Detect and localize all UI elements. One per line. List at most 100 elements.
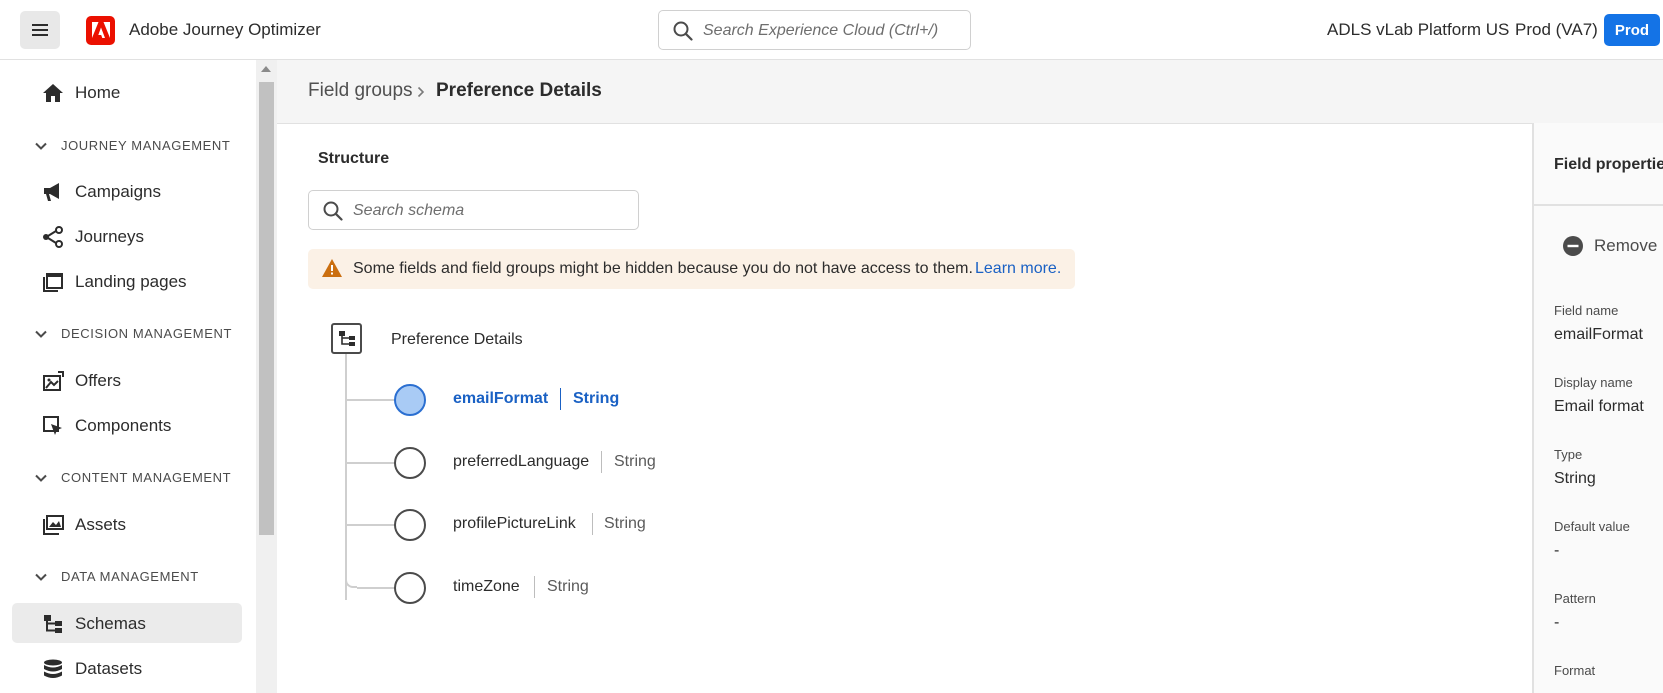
structure-heading: Structure (318, 150, 390, 167)
sidebar-item-label: Landing pages (75, 272, 187, 291)
remove-icon (1563, 236, 1583, 256)
section-content-management[interactable]: CONTENT MANAGEMENT (34, 470, 231, 485)
field-select-radio[interactable] (394, 384, 426, 416)
left-nav: Home JOURNEY MANAGEMENT Campaigns Journe… (0, 60, 256, 693)
section-decision-management[interactable]: DECISION MANAGEMENT (34, 326, 232, 341)
assets-icon (42, 514, 64, 536)
field-name[interactable]: preferredLanguage (453, 453, 589, 471)
hamburger-icon (32, 24, 48, 36)
sidebar-scrollbar[interactable] (256, 60, 277, 693)
field-type: String (573, 390, 620, 407)
sidebar-item-landing-pages[interactable]: Landing pages (12, 261, 242, 301)
field-name[interactable]: timeZone (453, 578, 520, 596)
global-search-input[interactable] (703, 19, 963, 43)
default-value-value[interactable]: - (1554, 542, 1559, 560)
schema-tree-icon (338, 330, 355, 346)
schema-search[interactable] (308, 190, 639, 230)
sidebar-item-label: Home (75, 83, 121, 102)
sidebar-item-label: Journeys (75, 227, 144, 246)
alert-message: Some fields and field groups might be hi… (353, 260, 973, 277)
tree-field-row[interactable]: preferredLanguage String (277, 443, 877, 483)
chevron-down-icon (35, 474, 47, 482)
sidebar-item-offers[interactable]: Offers (12, 360, 242, 400)
sidebar-item-label: Datasets (75, 659, 143, 678)
tree-field-row[interactable]: profilePictureLink String (277, 505, 877, 545)
access-alert: Some fields and field groups might be hi… (308, 249, 1075, 289)
panel-title: Field properties (1554, 156, 1663, 173)
home-icon (42, 82, 64, 104)
default-value-label: Default value (1554, 519, 1630, 534)
sidebar-item-schemas[interactable]: Schemas (12, 603, 242, 643)
pattern-label: Pattern (1554, 591, 1596, 606)
offers-icon (42, 370, 64, 392)
field-divider (560, 388, 561, 410)
field-divider (534, 576, 535, 598)
breadcrumb-field-groups[interactable]: Field groups (308, 80, 413, 102)
format-label: Format (1554, 663, 1596, 678)
field-type: String (614, 453, 656, 470)
main-content: Field groups Preference Details Structur… (277, 60, 1663, 693)
field-type: String (547, 578, 589, 595)
global-search[interactable] (658, 10, 971, 50)
sidebar-item-components[interactable]: Components (12, 405, 242, 445)
field-divider (601, 451, 602, 473)
landing-page-icon (42, 271, 64, 293)
journey-icon (42, 226, 64, 248)
field-name-value[interactable]: emailFormat (1554, 326, 1643, 344)
type-value[interactable]: String (1554, 470, 1596, 488)
learn-more-link[interactable]: Learn more. (975, 260, 1061, 278)
field-select-radio[interactable] (394, 447, 426, 479)
field-name-label: Field name (1554, 303, 1619, 318)
sidebar-item-label: Campaigns (75, 182, 161, 201)
chevron-down-icon (35, 330, 47, 338)
remove-button[interactable]: Remove (1562, 235, 1657, 257)
field-select-radio[interactable] (394, 509, 426, 541)
database-icon (42, 658, 64, 680)
sidebar-item-assets[interactable]: Assets (12, 504, 242, 544)
field-name[interactable]: profilePictureLink (453, 515, 576, 533)
sidebar-item-datasets[interactable]: Datasets (12, 648, 242, 688)
tree-field-row[interactable]: timeZone String (277, 566, 877, 608)
sidebar-item-campaigns[interactable]: Campaigns (12, 171, 242, 211)
sidebar-item-label: Components (75, 416, 172, 435)
field-name[interactable]: emailFormat (453, 390, 548, 408)
type-label: Type (1554, 447, 1583, 462)
megaphone-icon (42, 181, 64, 203)
sidebar-item-home[interactable]: Home (12, 72, 242, 112)
field-type: String (604, 515, 646, 532)
search-icon (673, 21, 693, 41)
org-switcher[interactable]: ADLS vLab Platform US (1327, 20, 1509, 40)
env-badge[interactable]: Prod (1604, 14, 1660, 46)
tree-connector (357, 587, 395, 589)
section-label: DATA MANAGEMENT (61, 569, 199, 584)
hamburger-menu-button[interactable] (20, 11, 60, 49)
section-journey-management[interactable]: JOURNEY MANAGEMENT (34, 138, 230, 153)
search-icon (323, 201, 343, 221)
scrollbar-thumb[interactable] (259, 82, 274, 535)
adobe-logo[interactable] (86, 16, 115, 45)
tree-field-row[interactable]: emailFormat String (277, 380, 877, 420)
schema-root-label[interactable]: Preference Details (391, 331, 523, 349)
panel-header: Field properties (1534, 123, 1663, 206)
tree-connector (345, 524, 395, 526)
chevron-right-icon (417, 86, 425, 98)
adobe-logo-icon (91, 22, 110, 38)
display-name-value[interactable]: Email format (1554, 398, 1644, 416)
remove-label: Remove (1594, 236, 1658, 255)
sidebar-item-journeys[interactable]: Journeys (12, 216, 242, 256)
schema-search-input[interactable] (353, 199, 623, 223)
schema-root-icon[interactable] (331, 323, 362, 354)
app-title: Adobe Journey Optimizer (129, 20, 321, 39)
scroll-up-arrow-icon[interactable] (261, 66, 271, 72)
breadcrumb: Field groups Preference Details (277, 60, 1663, 124)
section-data-management[interactable]: DATA MANAGEMENT (34, 569, 199, 584)
pattern-value[interactable]: - (1554, 614, 1559, 632)
section-label: DECISION MANAGEMENT (61, 326, 233, 341)
section-label: CONTENT MANAGEMENT (61, 470, 232, 485)
top-bar: Adobe Journey Optimizer ADLS vLab Platfo… (0, 0, 1663, 60)
sidebar-item-label: Assets (75, 515, 127, 534)
field-select-radio[interactable] (394, 572, 426, 604)
tree-connector (345, 566, 357, 588)
sidebar-item-label: Offers (75, 371, 121, 390)
sandbox-switcher[interactable]: Prod (VA7) (1515, 20, 1598, 40)
